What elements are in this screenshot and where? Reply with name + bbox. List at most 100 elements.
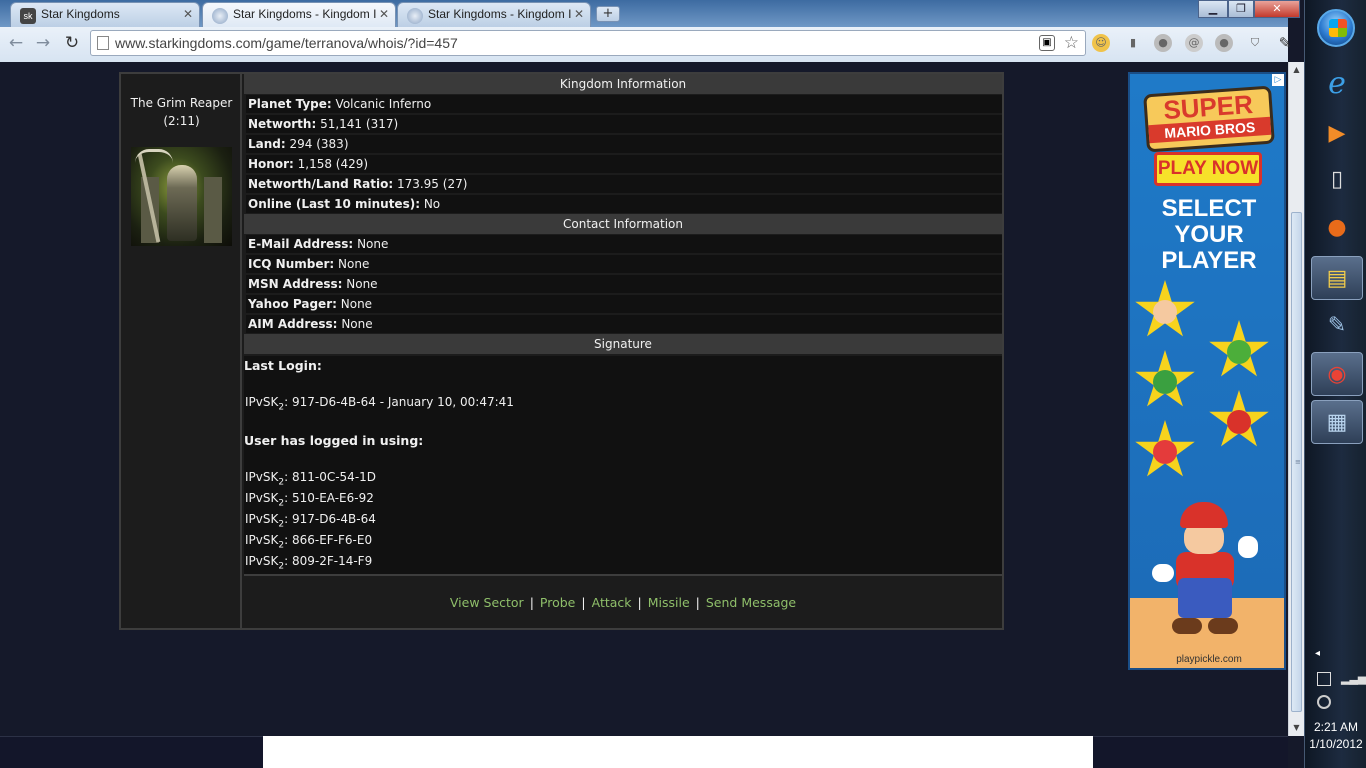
back-arrow-icon[interactable]: ← xyxy=(4,31,28,55)
row-value: None xyxy=(341,317,373,331)
device-icon[interactable]: ▯ xyxy=(1311,158,1363,202)
reload-icon[interactable]: ↻ xyxy=(60,31,84,55)
row-label: Online (Last 10 minutes): xyxy=(248,197,420,211)
stats-extension-icon[interactable]: ▮ xyxy=(1124,34,1142,52)
avatar-reaper-figure xyxy=(167,165,197,241)
player-name-text: The Grim Reaper xyxy=(130,96,233,110)
internet-explorer-icon[interactable]: e xyxy=(1311,62,1363,106)
signature-body: Last Login: IPvSK2: 917-D6-4B-64 - Janua… xyxy=(244,356,1002,574)
ip-prefix: IPvSK xyxy=(245,554,279,568)
luigi-face-icon xyxy=(1153,370,1177,394)
page-bottom-white-area xyxy=(263,736,1093,768)
msn-row: MSN Address: None xyxy=(246,275,1002,293)
peach-face-icon xyxy=(1153,300,1177,324)
adchoices-icon[interactable]: ▷ xyxy=(1272,74,1284,86)
row-value: 294 (383) xyxy=(289,137,349,151)
attack-link[interactable]: Attack xyxy=(592,595,632,610)
page-content: The Grim Reaper (2:11) Kingdom Informati… xyxy=(0,62,1288,768)
signature-header: Signature xyxy=(244,334,1002,354)
kingdom-info-table: The Grim Reaper (2:11) Kingdom Informati… xyxy=(119,72,1004,630)
ad-star-yoshi xyxy=(1209,320,1269,377)
address-bar[interactable]: www.starkingdoms.com/game/terranova/whoi… xyxy=(90,30,1086,56)
tab-close-icon[interactable]: ✕ xyxy=(574,7,584,21)
bookmark-star-icon[interactable]: ☆ xyxy=(1064,33,1079,53)
row-value: 173.95 (27) xyxy=(396,177,468,191)
ad-play-button[interactable]: PLAY NOW xyxy=(1154,152,1262,186)
vertical-scrollbar[interactable]: ▲ ≡ ▼ xyxy=(1288,62,1304,736)
tab-close-icon[interactable]: ✕ xyxy=(379,7,389,21)
row-value: None xyxy=(357,237,389,251)
scrollbar-thumb[interactable]: ≡ xyxy=(1291,212,1302,712)
ip-entry: IPvSK2: 866-EF-F6-E0 xyxy=(245,533,372,550)
player-column: The Grim Reaper (2:11) xyxy=(121,74,242,628)
view-sector-link[interactable]: View Sector xyxy=(450,595,524,610)
row-label: Networth: xyxy=(248,117,317,131)
row-label: Yahoo Pager: xyxy=(248,297,337,311)
explorer-folder-icon[interactable]: ▤ xyxy=(1311,256,1363,300)
maximize-button[interactable]: ❐ xyxy=(1228,0,1254,18)
row-value: None xyxy=(346,277,378,291)
url-text[interactable]: www.starkingdoms.com/game/terranova/whoi… xyxy=(115,35,458,51)
ip-value: : 866-EF-F6-E0 xyxy=(284,533,373,547)
paint-icon[interactable]: ✎ xyxy=(1311,304,1363,348)
toad-face-icon xyxy=(1153,440,1177,464)
missile-link[interactable]: Missile xyxy=(648,595,690,610)
avatar-throne-right xyxy=(204,177,222,243)
link-separator: | xyxy=(637,595,642,610)
send-message-link[interactable]: Send Message xyxy=(706,595,796,610)
media-player-icon[interactable]: ▶ xyxy=(1311,112,1363,156)
tab-kingdom-info-active[interactable]: Star Kingdoms - Kingdom I ✕ xyxy=(202,2,396,27)
mario-shoe xyxy=(1208,618,1238,634)
wrench-icon[interactable]: ✎ xyxy=(1276,34,1294,52)
calculator-icon[interactable]: ▦ xyxy=(1311,400,1363,444)
shield-extension-icon[interactable]: ⛉ xyxy=(1246,34,1264,52)
tab-close-icon[interactable]: ✕ xyxy=(183,7,193,21)
probe-link[interactable]: Probe xyxy=(540,595,575,610)
window-close-button[interactable]: ✕ xyxy=(1254,0,1300,18)
sk-favicon-icon: sk xyxy=(20,8,36,24)
mail-extension-icon[interactable]: @ xyxy=(1185,34,1203,52)
row-label: ICQ Number: xyxy=(248,257,335,271)
mario-overalls xyxy=(1178,578,1232,618)
advertisement-banner[interactable]: ▷ SUPER MARIO BROS PLAY NOW SELECT YOUR … xyxy=(1128,72,1286,670)
new-tab-button[interactable]: + xyxy=(596,6,620,22)
minimize-button[interactable]: ▁ xyxy=(1198,0,1228,18)
ip-prefix: IPvSK xyxy=(245,533,279,547)
tab-star-kingdoms[interactable]: sk Star Kingdoms ✕ xyxy=(10,2,200,27)
clock-time[interactable]: 2:21 AM xyxy=(1305,720,1366,734)
player-name: The Grim Reaper (2:11) xyxy=(121,94,242,130)
ip-value: : 809-2F-14-F9 xyxy=(284,554,373,568)
ip-entry: IPvSK2: 510-EA-E6-92 xyxy=(245,491,374,508)
scroll-down-arrow-icon[interactable]: ▼ xyxy=(1289,720,1304,736)
mario-shoe xyxy=(1172,618,1202,634)
scroll-up-arrow-icon[interactable]: ▲ xyxy=(1289,62,1304,78)
volume-tray-icon[interactable] xyxy=(1317,695,1331,709)
tray-expand-icon[interactable]: ◂ xyxy=(1315,648,1320,659)
ip-value: : 510-EA-E6-92 xyxy=(284,491,374,505)
ad-url[interactable]: playpickle.com xyxy=(1130,654,1284,665)
row-value: 51,141 (317) xyxy=(320,117,399,131)
chrome-icon[interactable]: ◉ xyxy=(1311,352,1363,396)
world-extension-icon[interactable]: ● xyxy=(1215,34,1233,52)
globe-extension-icon[interactable]: ● xyxy=(1154,34,1172,52)
network-signal-icon[interactable]: ▂▃▅ xyxy=(1341,672,1366,685)
start-button[interactable] xyxy=(1317,9,1355,47)
browser-chrome: sk Star Kingdoms ✕ Star Kingdoms - Kingd… xyxy=(0,0,1300,62)
player-coords: (2:11) xyxy=(163,114,200,128)
clock-date[interactable]: 1/10/2012 xyxy=(1305,737,1366,751)
ip-entry: IPvSK2: 809-2F-14-F9 xyxy=(245,554,372,571)
firefox-icon[interactable]: ● xyxy=(1311,206,1363,250)
row-value: 1,158 (429) xyxy=(297,157,369,171)
tab-kingdom-info[interactable]: Star Kingdoms - Kingdom I ✕ xyxy=(397,2,591,27)
link-separator: | xyxy=(695,595,700,610)
kingdom-info-header: Kingdom Information xyxy=(244,74,1002,94)
forward-arrow-icon[interactable]: → xyxy=(31,31,55,55)
smiley-extension-icon[interactable]: ☺ xyxy=(1092,34,1110,52)
link-separator: | xyxy=(529,595,534,610)
row-label: AIM Address: xyxy=(248,317,338,331)
row-label: MSN Address: xyxy=(248,277,343,291)
extension-shield-icon[interactable]: ▣ xyxy=(1039,35,1055,51)
power-tray-icon[interactable] xyxy=(1317,672,1331,686)
ad-select-text: SELECT YOUR PLAYER xyxy=(1161,195,1257,274)
yoshi-face-icon xyxy=(1227,340,1251,364)
